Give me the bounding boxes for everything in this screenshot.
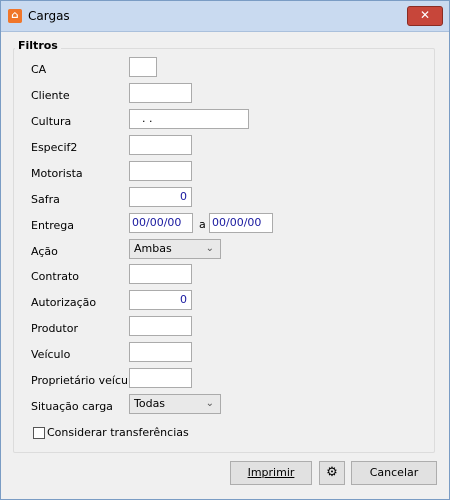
close-button[interactable]: ✕ [407,6,443,26]
cultura-label: Cultura [31,115,72,128]
contrato-label: Contrato [31,270,80,283]
safra-label: Safra [31,193,60,206]
cliente-input[interactable] [129,83,192,103]
cultura-input[interactable]: . . [129,109,249,129]
produtor-input[interactable] [129,316,192,336]
veiculo-label: Veículo [31,348,71,361]
motorista-label: Motorista [31,167,83,180]
gear-icon[interactable]: ⚙ [319,461,345,485]
acao-select[interactable]: Ambas ⌄ [129,239,221,259]
cargas-window: ⌂ Cargas ✕ Filtros CA Cliente Cultura . … [0,0,450,500]
title-bar: ⌂ Cargas ✕ [1,1,449,32]
proprietario-label: Proprietário veículo [31,374,138,387]
especif2-label: Especif2 [31,141,78,154]
chevron-down-icon: ⌄ [205,398,214,409]
entrega-to-input[interactable]: 00/00/00 [209,213,273,233]
proprietario-input[interactable] [129,368,192,388]
situacao-select[interactable]: Todas ⌄ [129,394,221,414]
considerar-transferencias-checkbox[interactable] [33,427,45,439]
chevron-down-icon: ⌄ [205,243,214,254]
entrega-label: Entrega [31,219,75,232]
safra-input[interactable]: 0 [129,187,192,207]
window-title: Cargas [28,9,70,23]
ca-input[interactable] [129,57,157,77]
acao-selected-value: Ambas [134,242,172,255]
entrega-from-input[interactable]: 00/00/00 [129,213,193,233]
situacao-selected-value: Todas [134,397,166,410]
especif2-input[interactable] [129,135,192,155]
autorizacao-label: Autorização [31,296,97,309]
contrato-input[interactable] [129,264,192,284]
filters-group-title: Filtros [15,39,61,52]
cliente-label: Cliente [31,89,70,102]
produtor-label: Produtor [31,322,78,335]
app-icon: ⌂ [8,9,22,23]
cancel-button[interactable]: Cancelar [351,461,437,485]
situacao-label: Situação carga [31,400,113,413]
entrega-separator: a [199,218,206,231]
acao-label: Ação [31,245,58,258]
cancel-button-label: Cancelar [369,466,419,479]
motorista-input[interactable] [129,161,192,181]
print-button[interactable]: Imprimir [230,461,312,485]
autorizacao-input[interactable]: 0 [129,290,192,310]
considerar-transferencias-label[interactable]: Considerar transferências [47,425,189,441]
veiculo-input[interactable] [129,342,192,362]
ca-label: CA [31,63,47,76]
print-button-label: Imprimir [247,466,295,479]
